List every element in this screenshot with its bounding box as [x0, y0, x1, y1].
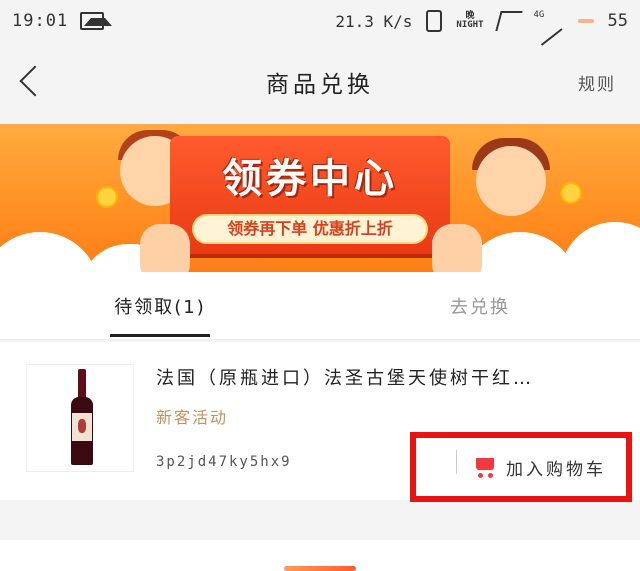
page-header: 商品兑换 规则 — [0, 42, 640, 122]
character-right — [476, 146, 546, 216]
add-to-cart-button[interactable]: 加入购物车 — [410, 432, 632, 502]
banner-subline: 领券再下单 优惠折上折 — [192, 214, 428, 244]
status-bar: 19:01 21.3 K/s 晚 NIGHT 4G 55 — [0, 0, 640, 46]
hand-decoration — [432, 224, 482, 272]
coupon-center-banner[interactable]: 领券中心 领券再下单 优惠折上折 — [0, 124, 640, 272]
active-tab-indicator — [110, 334, 210, 337]
tab-label: 去兑换 — [450, 296, 510, 318]
shopping-cart-icon — [474, 456, 496, 478]
cloud-decoration — [0, 232, 100, 272]
tab-go-redeem[interactable]: 去兑换 — [320, 272, 640, 339]
cloud-decoration — [560, 222, 640, 272]
bottom-accent-bar — [284, 566, 356, 571]
back-arrow-icon[interactable] — [19, 65, 51, 97]
cellular-signal-icon: 4G — [533, 10, 564, 46]
network-speed-unit: K/s — [383, 11, 413, 31]
network-type: 4G — [533, 10, 545, 20]
status-time: 19:01 — [12, 11, 69, 31]
product-card[interactable]: 法国（原瓶进口）法圣古堡天使树干红… 新客活动 3p2jd47ky5hx9 加入… — [0, 342, 640, 502]
banner-board: 领券中心 领券再下单 优惠折上折 — [170, 136, 450, 254]
wifi-signal-icon — [494, 11, 523, 31]
banner-headline: 领券中心 — [222, 156, 398, 202]
network-speed: 21.3 K/s — [335, 11, 413, 31]
wine-bottle-image — [71, 369, 93, 467]
rules-link[interactable]: 规则 — [578, 70, 616, 95]
redeem-code: 3p2jd47ky5hx9 — [156, 454, 292, 470]
battery-level: 55 — [607, 11, 628, 31]
page-title: 商品兑换 — [266, 72, 374, 98]
hand-decoration — [140, 224, 190, 272]
coin-icon — [560, 182, 582, 204]
night-mode-icon: 晚 NIGHT — [456, 11, 484, 30]
coin-icon — [96, 186, 118, 208]
image-notification-icon — [80, 12, 113, 30]
bottom-area — [0, 540, 640, 571]
battery-icon — [577, 19, 594, 23]
vibrate-icon — [426, 10, 443, 32]
tab-label: 待领取(1) — [114, 296, 206, 318]
add-to-cart-label: 加入购物车 — [506, 459, 606, 480]
tab-bar: 待领取(1) 去兑换 — [0, 272, 640, 340]
tab-pending-claim[interactable]: 待领取(1) — [0, 272, 320, 339]
product-thumbnail[interactable] — [26, 364, 134, 472]
promo-tag: 新客活动 — [156, 408, 229, 427]
product-name[interactable]: 法国（原瓶进口）法圣古堡天使树干红… — [156, 364, 606, 390]
